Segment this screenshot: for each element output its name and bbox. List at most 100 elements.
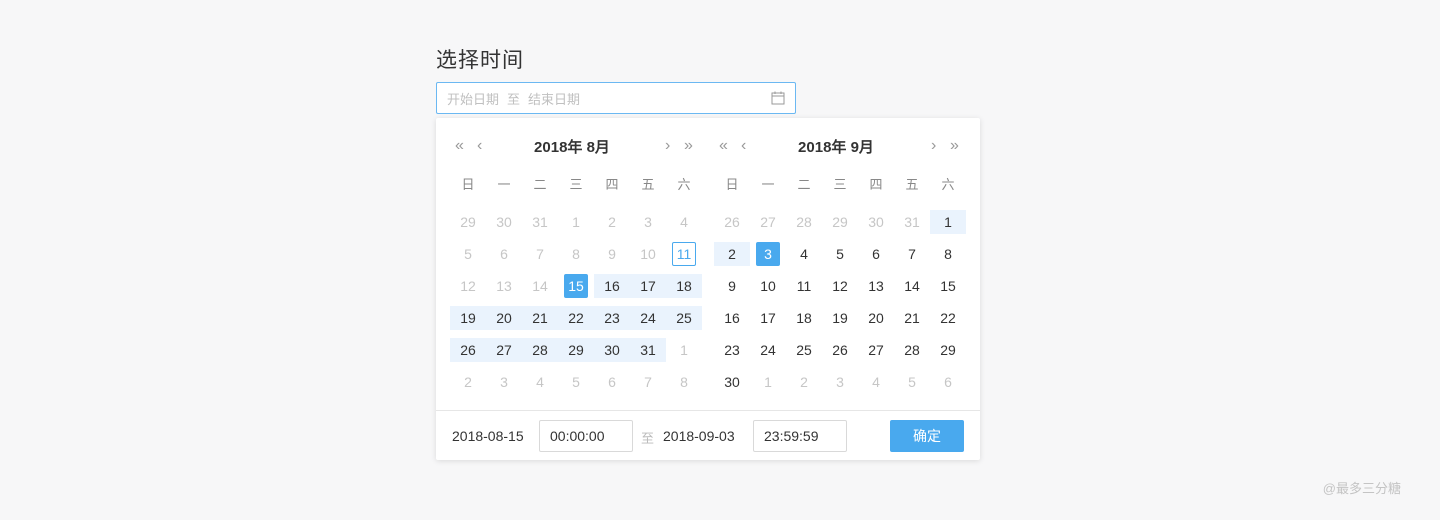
- day-cell[interactable]: 2: [450, 370, 486, 394]
- day-number: 11: [672, 242, 696, 266]
- weekday-label: 三: [833, 177, 847, 192]
- day-cell[interactable]: 7: [894, 242, 930, 266]
- day-cell[interactable]: 14: [522, 274, 558, 298]
- day-cell[interactable]: 6: [858, 242, 894, 266]
- day-cell[interactable]: 18: [666, 274, 702, 298]
- day-cell[interactable]: 16: [594, 274, 630, 298]
- day-cell[interactable]: 21: [894, 306, 930, 330]
- day-cell[interactable]: 24: [630, 306, 666, 330]
- day-cell[interactable]: 8: [930, 242, 966, 266]
- day-cell[interactable]: 27: [750, 210, 786, 234]
- day-cell[interactable]: 3: [486, 370, 522, 394]
- day-cell[interactable]: 19: [450, 306, 486, 330]
- day-cell[interactable]: 9: [714, 274, 750, 298]
- day-cell[interactable]: 29: [450, 210, 486, 234]
- day-cell[interactable]: 3: [630, 210, 666, 234]
- day-cell[interactable]: 29: [930, 338, 966, 362]
- day-cell[interactable]: 20: [858, 306, 894, 330]
- next-year-icon[interactable]: »: [684, 134, 693, 158]
- day-cell[interactable]: 12: [450, 274, 486, 298]
- confirm-button[interactable]: 确定: [890, 420, 964, 452]
- day-cell[interactable]: 17: [630, 274, 666, 298]
- next-year-icon[interactable]: »: [950, 134, 959, 158]
- day-cell[interactable]: 27: [858, 338, 894, 362]
- day-cell[interactable]: 28: [786, 210, 822, 234]
- next-month-icon[interactable]: ›: [665, 134, 670, 158]
- day-cell[interactable]: 31: [894, 210, 930, 234]
- end-date-placeholder: 结束日期: [528, 91, 581, 107]
- day-cell[interactable]: 18: [786, 306, 822, 330]
- day-cell[interactable]: 4: [522, 370, 558, 394]
- day-cell[interactable]: 25: [786, 338, 822, 362]
- day-cell[interactable]: 22: [930, 306, 966, 330]
- day-cell[interactable]: 14: [894, 274, 930, 298]
- day-cell[interactable]: 31: [630, 338, 666, 362]
- day-cell[interactable]: 4: [666, 210, 702, 234]
- day-number: 6: [608, 374, 616, 390]
- weekday-label: 六: [941, 177, 955, 192]
- day-cell[interactable]: 30: [594, 338, 630, 362]
- selected-day-cell[interactable]: 15: [558, 274, 594, 298]
- start-time-input[interactable]: 00:00:00: [539, 420, 633, 452]
- day-cell[interactable]: 1: [558, 210, 594, 234]
- day-cell[interactable]: 19: [822, 306, 858, 330]
- day-cell[interactable]: 5: [822, 242, 858, 266]
- day-cell[interactable]: 5: [450, 242, 486, 266]
- day-cell[interactable]: 12: [822, 274, 858, 298]
- end-time-input[interactable]: 23:59:59: [753, 420, 847, 452]
- day-cell[interactable]: 2: [714, 242, 750, 266]
- day-cell[interactable]: 28: [522, 338, 558, 362]
- day-cell[interactable]: 6: [486, 242, 522, 266]
- day-cell[interactable]: 26: [450, 338, 486, 362]
- day-cell[interactable]: 29: [822, 210, 858, 234]
- day-cell[interactable]: 9: [594, 242, 630, 266]
- calendar-icon[interactable]: [771, 91, 785, 105]
- day-cell[interactable]: 23: [714, 338, 750, 362]
- day-cell[interactable]: 23: [594, 306, 630, 330]
- day-cell[interactable]: 16: [714, 306, 750, 330]
- day-cell[interactable]: 5: [558, 370, 594, 394]
- day-cell[interactable]: 6: [594, 370, 630, 394]
- day-cell[interactable]: 30: [858, 210, 894, 234]
- day-cell[interactable]: 25: [666, 306, 702, 330]
- day-cell[interactable]: 30: [714, 370, 750, 394]
- day-cell[interactable]: 1: [750, 370, 786, 394]
- day-cell[interactable]: 21: [522, 306, 558, 330]
- day-cell[interactable]: 24: [750, 338, 786, 362]
- day-cell[interactable]: 29: [558, 338, 594, 362]
- day-cell[interactable]: 13: [486, 274, 522, 298]
- day-cell[interactable]: 1: [666, 338, 702, 362]
- next-month-icon[interactable]: ›: [931, 134, 936, 158]
- day-cell[interactable]: 11: [786, 274, 822, 298]
- day-cell[interactable]: 10: [750, 274, 786, 298]
- weekday-row: 日一二三四五六: [714, 174, 966, 194]
- weekday-label: 一: [761, 177, 775, 192]
- day-cell[interactable]: 17: [750, 306, 786, 330]
- day-cell[interactable]: 20: [486, 306, 522, 330]
- day-cell[interactable]: 13: [858, 274, 894, 298]
- day-cell[interactable]: 1: [930, 210, 966, 234]
- day-cell[interactable]: 2: [786, 370, 822, 394]
- selected-day-cell[interactable]: 3: [750, 242, 786, 266]
- day-cell[interactable]: 7: [630, 370, 666, 394]
- day-cell[interactable]: 26: [822, 338, 858, 362]
- day-cell[interactable]: 8: [666, 370, 702, 394]
- today-day-cell[interactable]: 11: [666, 242, 702, 266]
- day-cell[interactable]: 2: [594, 210, 630, 234]
- day-cell[interactable]: 4: [858, 370, 894, 394]
- day-cell[interactable]: 3: [822, 370, 858, 394]
- day-cell[interactable]: 26: [714, 210, 750, 234]
- day-cell[interactable]: 22: [558, 306, 594, 330]
- date-range-input[interactable]: 开始日期 至 结束日期: [436, 82, 796, 114]
- day-cell[interactable]: 27: [486, 338, 522, 362]
- day-cell[interactable]: 6: [930, 370, 966, 394]
- day-cell[interactable]: 31: [522, 210, 558, 234]
- day-cell[interactable]: 30: [486, 210, 522, 234]
- day-cell[interactable]: 15: [930, 274, 966, 298]
- day-cell[interactable]: 8: [558, 242, 594, 266]
- day-cell[interactable]: 10: [630, 242, 666, 266]
- day-cell[interactable]: 5: [894, 370, 930, 394]
- day-cell[interactable]: 28: [894, 338, 930, 362]
- day-cell[interactable]: 4: [786, 242, 822, 266]
- day-cell[interactable]: 7: [522, 242, 558, 266]
